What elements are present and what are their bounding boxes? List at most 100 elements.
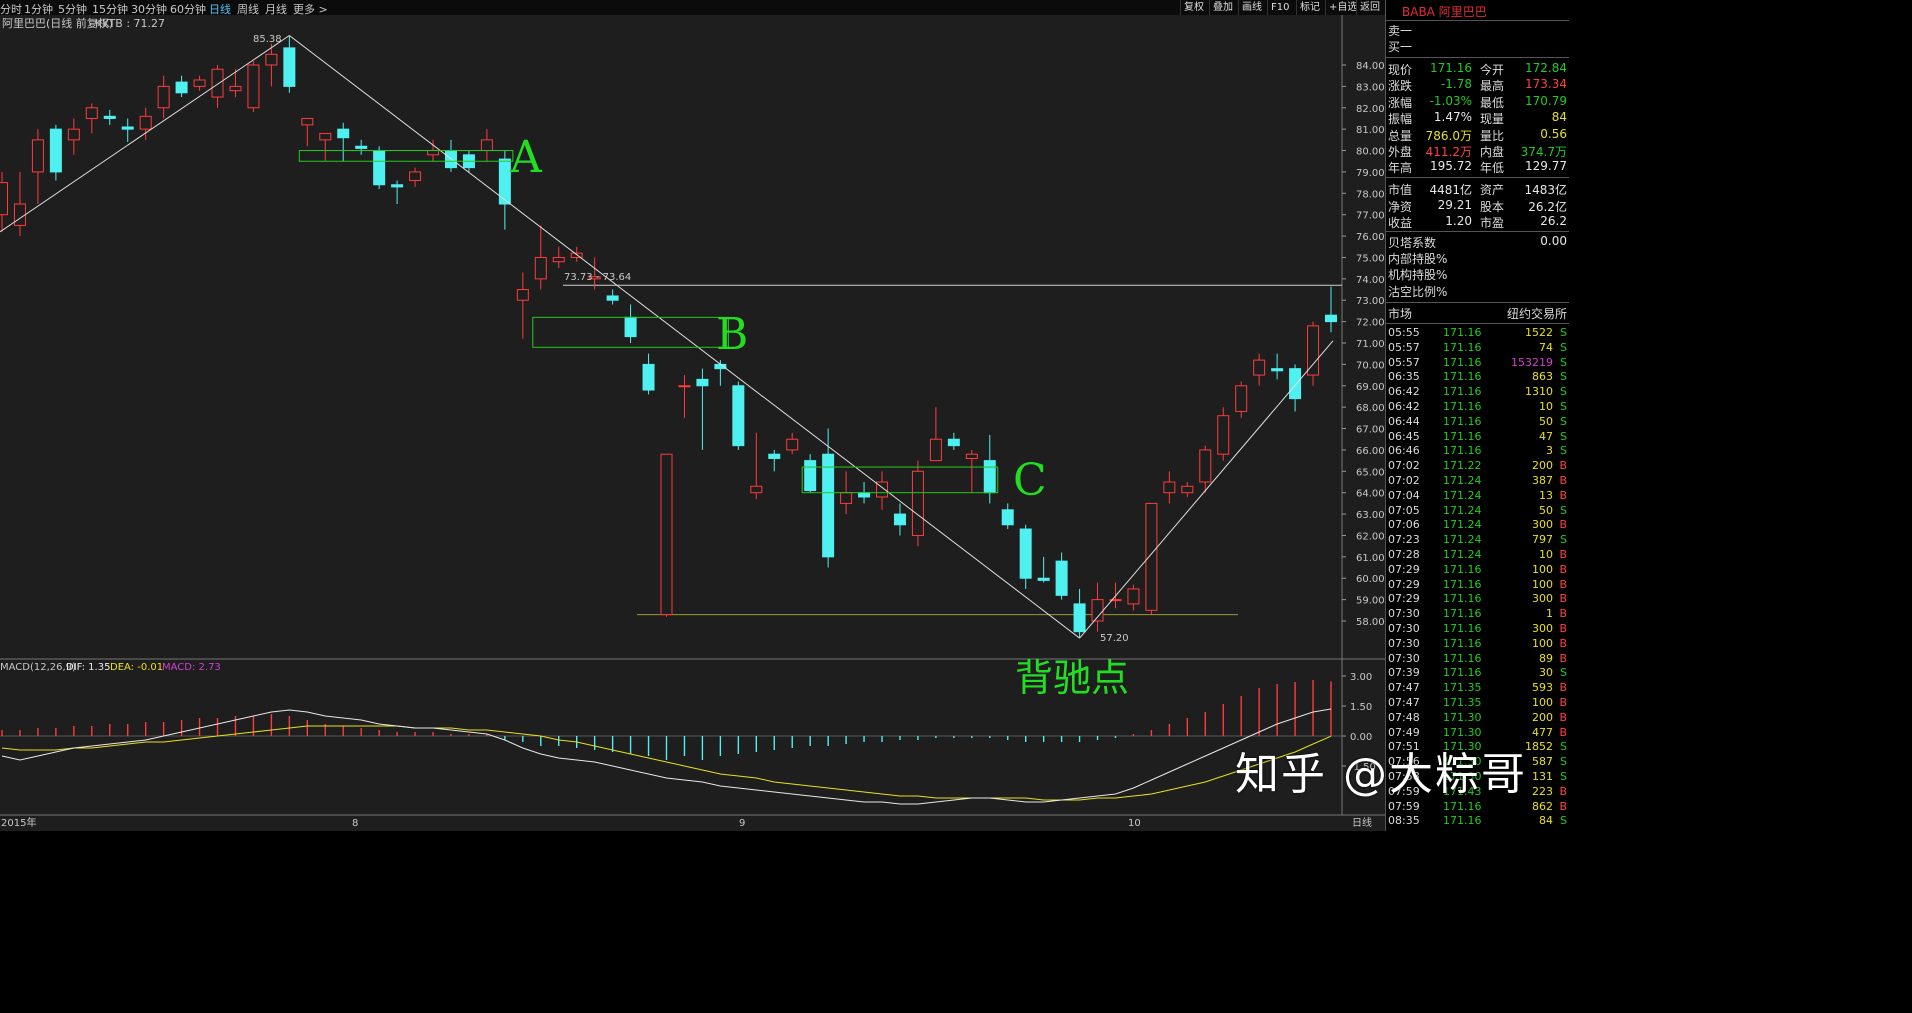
candle-body: [0, 182, 8, 216]
quote-value: -1.78: [1440, 77, 1472, 92]
tick-price: 171.16: [1443, 651, 1482, 665]
candle-body: [283, 47, 296, 87]
candle-body: [786, 438, 799, 451]
candle: [49, 124, 62, 181]
stock-title: BABA 阿里巴巴: [1402, 5, 1487, 19]
candle-body: [1073, 603, 1086, 633]
financial-row: 市值 4481亿 资产 1483亿: [1388, 181, 1567, 197]
tick-time: 07:02: [1388, 459, 1420, 473]
mark-button[interactable]: 标记: [1296, 0, 1323, 15]
tick-side: S: [1560, 429, 1567, 443]
tick-side: B: [1559, 548, 1567, 561]
tick-price: 171.24: [1443, 503, 1482, 517]
quote-value: 195.72: [1430, 159, 1472, 174]
tick-price: 171.16: [1443, 814, 1482, 828]
tick-volume: 131: [1532, 770, 1553, 783]
tick-volume: 47: [1539, 429, 1553, 443]
price-chart[interactable]: 阿里巴巴(日线 前复权) KKTB : 71.27 84.0083.0082.0…: [0, 15, 1385, 831]
date-label-sep: 9: [739, 818, 745, 829]
tick-price: 171.16: [1443, 370, 1482, 384]
tick-volume: 1522: [1525, 326, 1553, 339]
candle-body: [1127, 588, 1140, 605]
price-axis-label: 63.00: [1356, 510, 1385, 521]
tick-row: 06:42 171.16 10 S: [1388, 400, 1567, 415]
candle-body: [13, 203, 26, 226]
quote-row: 振幅 1.47% 现量 84: [1388, 110, 1567, 126]
quote-label: 内盘: [1480, 145, 1505, 159]
candle-body: [175, 81, 188, 94]
tick-volume: 797: [1532, 533, 1553, 547]
price-axis-label: 68.00: [1356, 403, 1385, 414]
tick-side: B: [1559, 592, 1567, 606]
macd-label: MACD(12,26,9): [0, 662, 76, 673]
quote-label: 总量: [1388, 128, 1413, 143]
price-axis-label: 83.00: [1356, 82, 1385, 93]
candle-body: [1307, 325, 1320, 376]
tick-volume: 863: [1532, 370, 1553, 384]
tick-volume: 74: [1539, 340, 1553, 354]
quote-row: 涨跌 -1.78 最高 173.34: [1388, 77, 1567, 93]
tick-side: B: [1559, 725, 1567, 739]
tick-time: 05:57: [1388, 355, 1420, 369]
candle-body: [1163, 481, 1176, 494]
financial-label: 收益: [1388, 216, 1413, 230]
tick-row: 07:30 171.16 1 B: [1388, 607, 1567, 622]
tick-side: S: [1560, 503, 1567, 517]
overlay-button[interactable]: 叠加: [1209, 0, 1236, 15]
tick-volume: 153219: [1511, 355, 1553, 369]
tick-side: B: [1559, 488, 1567, 502]
tick-price: 171.16: [1443, 444, 1482, 458]
back-button[interactable]: 返回: [1356, 0, 1383, 15]
range-label: 73.73 - 73.64: [564, 272, 631, 283]
tick-volume: 50: [1539, 414, 1553, 428]
kktb-indicator: KKTB : 71.27: [95, 17, 165, 30]
quote-value: 171.16: [1430, 61, 1472, 75]
candle-body: [211, 68, 224, 98]
tick-time: 07:47: [1388, 696, 1420, 709]
price-axis-label: 69.00: [1356, 382, 1385, 393]
zone-b-label: B: [716, 309, 748, 360]
tick-volume: 89: [1539, 651, 1553, 665]
quote-label: 涨幅: [1388, 95, 1413, 110]
tick-time: 07:06: [1388, 518, 1420, 532]
tick-time: 07:30: [1388, 622, 1420, 635]
candle-body: [1181, 485, 1194, 494]
candle-body: [337, 128, 350, 139]
quote-label: 年高: [1388, 161, 1413, 176]
tick-side: B: [1559, 696, 1567, 709]
tick-volume: 300: [1532, 592, 1553, 606]
tick-row: 07:28 171.24 10 B: [1388, 548, 1567, 563]
tick-side: B: [1559, 577, 1567, 591]
tick-time: 05:57: [1388, 340, 1420, 354]
panel-divider: [1386, 57, 1569, 58]
tick-time: 07:30: [1388, 636, 1420, 650]
quote-value: 0.56: [1540, 126, 1567, 141]
quote-row: 总量 786.0万 量比 0.56: [1388, 127, 1567, 143]
tick-row: 06:42 171.16 1310 S: [1388, 385, 1567, 400]
candle-body: [642, 363, 655, 391]
draw-line-button[interactable]: 画线: [1238, 0, 1265, 15]
tick-time: 07:39: [1388, 666, 1420, 680]
financial-value: 29.21: [1437, 197, 1472, 212]
tick-volume: 1: [1546, 607, 1553, 621]
adjust-button[interactable]: 复权: [1180, 0, 1207, 15]
tick-row: 07:30 171.16 300 B: [1388, 622, 1567, 637]
f10-button[interactable]: F10: [1267, 0, 1292, 15]
candle-body: [391, 184, 404, 188]
tick-price: 171.16: [1443, 355, 1482, 369]
financial-value: 1483亿: [1524, 183, 1567, 197]
tick-price: 171.30: [1443, 725, 1482, 739]
tick-side: B: [1559, 681, 1567, 695]
panel-divider: [1386, 231, 1569, 232]
candle-body: [893, 513, 906, 526]
tick-side: S: [1560, 770, 1567, 783]
date-label-oct: 10: [1128, 818, 1141, 829]
date-axis-period-button[interactable]: 日线: [1352, 816, 1372, 829]
tick-price: 171.16: [1443, 414, 1482, 428]
tick-price: 171.30: [1443, 710, 1482, 724]
tick-volume: 300: [1532, 622, 1553, 635]
tick-time: 07:29: [1388, 592, 1420, 606]
candle-body: [1325, 314, 1337, 323]
financial-value: 4481亿: [1429, 183, 1472, 197]
tick-row: 07:02 171.22 200 B: [1388, 459, 1567, 474]
